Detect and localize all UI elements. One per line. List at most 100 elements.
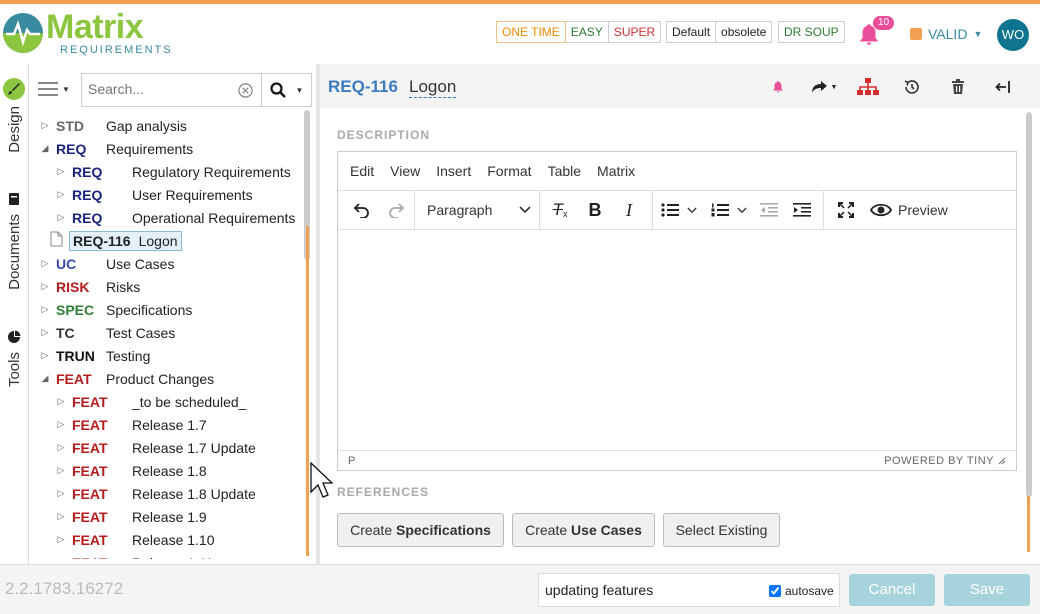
- collapsed-caret-icon[interactable]: ▷: [38, 281, 52, 292]
- tree-folder[interactable]: ▷ REQ Operational Requirements: [54, 206, 296, 229]
- create-use-cases-button[interactable]: Create Use Cases: [512, 513, 655, 547]
- history-icon[interactable]: [900, 76, 924, 98]
- tag-dr-soup[interactable]: DR SOUP: [778, 21, 845, 43]
- rail-tab-design[interactable]: Design: [0, 78, 28, 153]
- autosave-toggle[interactable]: autosave: [769, 584, 834, 598]
- collapsed-caret-icon[interactable]: ▷: [54, 511, 68, 522]
- share-icon[interactable]: ▼: [808, 76, 840, 98]
- tree-folder[interactable]: ▷ FEAT Release 1.8 Update: [54, 482, 256, 505]
- expanded-caret-icon[interactable]: ◢: [38, 373, 52, 384]
- item-scrollbar[interactable]: [1026, 112, 1032, 497]
- editor-menu-matrix[interactable]: Matrix: [597, 163, 635, 179]
- collapsed-caret-icon[interactable]: ▷: [54, 189, 68, 200]
- collapsed-caret-icon[interactable]: ▷: [38, 304, 52, 315]
- watch-bell-icon[interactable]: [766, 76, 790, 98]
- tree-folder[interactable]: ▷ TRUN Testing: [38, 344, 151, 367]
- tree-folder[interactable]: ▷ FEAT Release 1.7: [54, 413, 207, 436]
- tree-folder[interactable]: ▷ FEAT _to be scheduled_: [54, 390, 247, 413]
- close-panel-icon[interactable]: [991, 76, 1015, 98]
- undo-icon[interactable]: [342, 191, 380, 229]
- redo-icon[interactable]: [380, 191, 414, 229]
- tree-item-selected[interactable]: REQ-116 Logon: [50, 229, 182, 252]
- clear-format-icon[interactable]: Tx: [542, 191, 578, 229]
- collapsed-caret-icon[interactable]: ▷: [54, 212, 68, 223]
- clear-search-icon[interactable]: [238, 83, 253, 98]
- collapsed-caret-icon[interactable]: ▷: [38, 350, 52, 361]
- tree-menu-button[interactable]: ▼: [38, 81, 70, 97]
- delete-icon[interactable]: [946, 76, 970, 98]
- tree-folder[interactable]: ▷ REQ User Requirements: [54, 183, 253, 206]
- collapsed-caret-icon[interactable]: ▷: [54, 557, 68, 559]
- collapsed-caret-icon[interactable]: ▷: [38, 327, 52, 338]
- search-button[interactable]: ▼: [262, 73, 312, 107]
- editor-menu-edit[interactable]: Edit: [350, 163, 374, 179]
- select-existing-button[interactable]: Select Existing: [663, 513, 780, 547]
- user-avatar[interactable]: WO: [997, 19, 1029, 51]
- fullscreen-icon[interactable]: [828, 191, 864, 229]
- item-change-bar: [1027, 496, 1030, 552]
- bullet-list-icon[interactable]: [653, 191, 705, 229]
- preview-button[interactable]: Preview: [864, 191, 954, 229]
- editor-menu-format[interactable]: Format: [487, 163, 531, 179]
- editor-body[interactable]: [338, 230, 1016, 450]
- commit-comment-field[interactable]: updating features autosave: [538, 573, 840, 607]
- tag-default[interactable]: Default: [666, 21, 717, 43]
- bold-icon[interactable]: B: [578, 191, 612, 229]
- tree-folder-code: FEAT: [72, 555, 132, 560]
- element-path[interactable]: P: [348, 455, 355, 467]
- workflow-status-dropdown[interactable]: VALID ▼: [910, 26, 982, 42]
- resize-handle-icon[interactable]: [998, 457, 1006, 465]
- tree-folder[interactable]: ▷ STD Gap analysis: [38, 114, 187, 137]
- tree-folder[interactable]: ▷ SPEC Specifications: [38, 298, 193, 321]
- outdent-icon[interactable]: [753, 191, 785, 229]
- tag-one-time[interactable]: ONE TIME: [496, 21, 566, 43]
- collapsed-caret-icon[interactable]: ▷: [54, 534, 68, 545]
- autosave-checkbox[interactable]: [769, 585, 781, 597]
- tree-folder-label: Gap analysis: [106, 117, 187, 134]
- tree-folder[interactable]: ▷ RISK Risks: [38, 275, 141, 298]
- tree-folder[interactable]: ▷ FEAT Release 1.9: [54, 505, 207, 528]
- editor-menu-insert[interactable]: Insert: [436, 163, 471, 179]
- tree-folder[interactable]: ▷ FEAT Release 1.7 Update: [54, 436, 256, 459]
- tag-super[interactable]: SUPER: [608, 21, 662, 43]
- collapsed-caret-icon[interactable]: ▷: [38, 120, 52, 131]
- numbered-list-icon[interactable]: [705, 191, 753, 229]
- collapsed-caret-icon[interactable]: ▷: [54, 419, 68, 430]
- create-specifications-button[interactable]: Create Specifications: [337, 513, 504, 547]
- tree-search-input[interactable]: [82, 74, 232, 104]
- tag-obsolete[interactable]: obsolete: [716, 21, 773, 43]
- tree-folder[interactable]: ▷ FEAT Release 1.8: [54, 459, 207, 482]
- collapsed-caret-icon[interactable]: ▷: [54, 166, 68, 177]
- rail-tab-tools[interactable]: Tools: [0, 330, 28, 387]
- rail-tab-documents[interactable]: Documents: [0, 192, 28, 290]
- indent-icon[interactable]: [785, 191, 819, 229]
- document-icon: [9, 193, 19, 205]
- collapsed-caret-icon[interactable]: ▷: [38, 258, 52, 269]
- italic-icon[interactable]: I: [612, 191, 646, 229]
- editor-menu-view[interactable]: View: [390, 163, 420, 179]
- collapsed-caret-icon[interactable]: ▷: [54, 442, 68, 453]
- collapsed-caret-icon[interactable]: ▷: [54, 465, 68, 476]
- block-format-select[interactable]: Paragraph: [415, 191, 539, 229]
- tag-easy[interactable]: EASY: [565, 21, 609, 43]
- tree-folder[interactable]: ◢ REQ Requirements: [38, 137, 194, 160]
- tree-folder[interactable]: ◢ FEAT Product Changes: [38, 367, 215, 390]
- tree-folder[interactable]: ▷ REQ Regulatory Requirements: [54, 160, 291, 183]
- collapsed-caret-icon[interactable]: ▷: [54, 488, 68, 499]
- rail-label-documents: Documents: [5, 214, 23, 290]
- expanded-caret-icon[interactable]: ◢: [38, 143, 52, 154]
- mouse-pointer-icon: [310, 462, 334, 498]
- item-title[interactable]: Logon: [409, 77, 457, 98]
- collapsed-caret-icon[interactable]: ▷: [54, 396, 68, 407]
- cancel-button[interactable]: Cancel: [849, 574, 935, 606]
- tree-folder-label: Release 1.7: [132, 416, 207, 433]
- tree-folder[interactable]: ▷ FEATRelease 1.11: [54, 551, 214, 560]
- save-button[interactable]: Save: [944, 574, 1030, 606]
- traceability-icon[interactable]: [856, 76, 880, 98]
- editor-menu-table[interactable]: Table: [548, 163, 581, 179]
- tree-folder[interactable]: ▷ FEAT Release 1.10: [54, 528, 215, 551]
- tree-folder[interactable]: ▷ TC Test Cases: [38, 321, 176, 344]
- tree-folder[interactable]: ▷ UC Use Cases: [38, 252, 175, 275]
- powered-by-label[interactable]: POWERED BY TINY: [884, 455, 994, 467]
- item-content: DESCRIPTION Edit View Insert Format Table Mat…: [320, 108, 1040, 564]
